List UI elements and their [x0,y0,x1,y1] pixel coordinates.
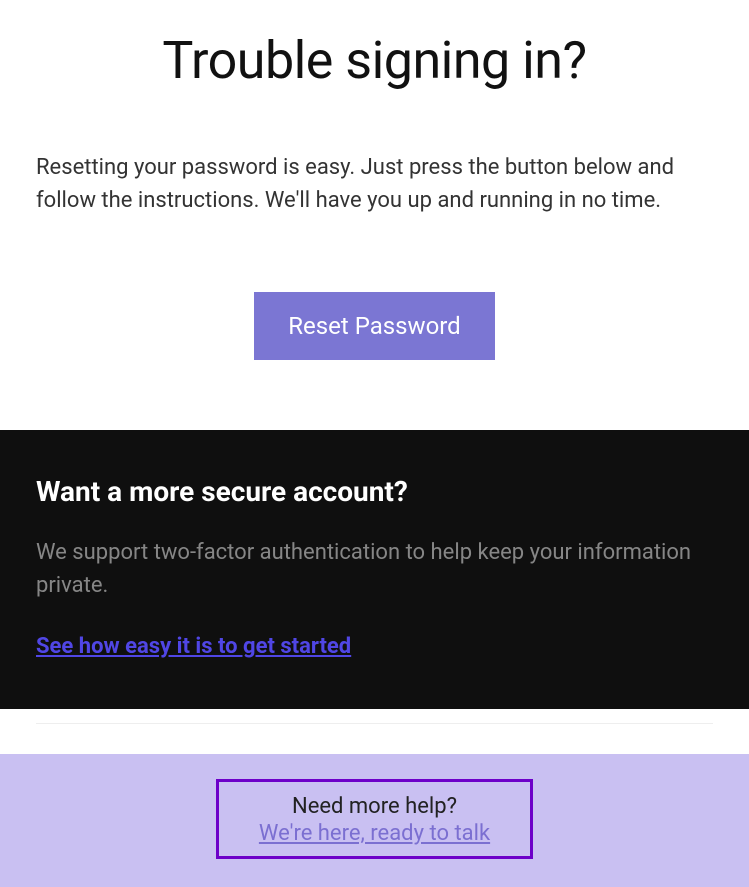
help-title: Need more help? [259,794,490,819]
secure-account-section: Want a more secure account? We support t… [0,430,749,709]
help-contact-link[interactable]: We're here, ready to talk [259,821,490,846]
help-section: Need more help? We're here, ready to tal… [0,754,749,887]
secure-title: Want a more secure account? [36,475,713,508]
reset-password-button[interactable]: Reset Password [254,292,494,360]
main-content: Trouble signing in? Resetting your passw… [0,0,749,430]
button-row: Reset Password [36,292,713,360]
reset-description: Resetting your password is easy. Just pr… [36,151,713,217]
help-box: Need more help? We're here, ready to tal… [216,779,533,859]
secure-description: We support two-factor authentication to … [36,536,713,602]
section-divider [0,709,749,754]
secure-get-started-link[interactable]: See how easy it is to get started [36,634,351,659]
page-title: Trouble signing in? [36,30,713,91]
